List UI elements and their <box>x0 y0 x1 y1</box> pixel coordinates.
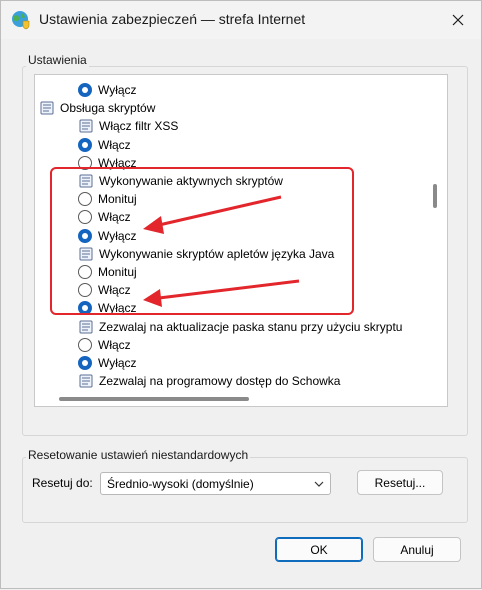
setting-row-label: Zezwalaj na aktualizacje paska stanu prz… <box>99 319 403 334</box>
vertical-scrollbar-thumb[interactable] <box>433 184 437 208</box>
close-icon <box>452 14 464 26</box>
title-bar[interactable]: Ustawienia zabezpieczeń — strefa Interne… <box>1 1 481 39</box>
reset-level-value: Średnio-wysoki (domyślnie) <box>107 476 254 491</box>
radio-option-6[interactable]: Monituj <box>78 190 137 208</box>
radio-option-7[interactable]: Włącz <box>78 208 131 226</box>
script-settings-icon <box>79 247 93 261</box>
setting-category-9: Wykonywanie skryptów apletów języka Java <box>78 245 334 263</box>
ok-button[interactable]: OK <box>275 537 363 562</box>
setting-row-label: Włącz <box>98 283 131 298</box>
settings-group-legend: Ustawienia <box>26 53 89 67</box>
radio-option-14[interactable]: Włącz <box>78 336 131 354</box>
radio-option-10[interactable]: Monituj <box>78 263 137 281</box>
setting-row-label: Wyłącz <box>98 155 137 170</box>
setting-row-label: Wyłącz <box>98 301 137 316</box>
radio-unchecked-icon[interactable] <box>78 210 92 225</box>
setting-category-13: Zezwalaj na aktualizacje paska stanu prz… <box>78 318 402 336</box>
setting-row-label: Włącz filtr XSS <box>99 119 179 134</box>
close-button[interactable] <box>435 1 481 39</box>
radio-unchecked-icon[interactable] <box>78 283 92 298</box>
radio-option-12[interactable]: Wyłącz <box>78 299 137 317</box>
setting-row-label: Wyłącz <box>98 83 137 97</box>
setting-category-2: Włącz filtr XSS <box>78 117 178 135</box>
setting-category-5: Wykonywanie aktywnych skryptów <box>78 172 283 190</box>
setting-row-label: Wyłącz <box>98 356 137 370</box>
radio-option-15[interactable]: Wyłącz <box>78 354 137 372</box>
setting-row-label: Włącz <box>98 210 131 225</box>
script-settings-icon <box>79 374 93 388</box>
script-settings-icon <box>40 101 54 115</box>
setting-row-label: Monituj <box>98 265 137 279</box>
setting-category-16: Zezwalaj na programowy dostęp do Schowka <box>78 372 340 390</box>
reset-level-select[interactable]: Średnio-wysoki (domyślnie) <box>100 472 331 495</box>
radio-unchecked-icon[interactable] <box>78 337 92 352</box>
window-title: Ustawienia zabezpieczeń — strefa Interne… <box>39 11 306 27</box>
script-settings-icon <box>79 174 93 188</box>
script-settings-icon <box>79 119 93 133</box>
reset-group-legend: Resetowanie ustawień niestandardowych <box>26 448 251 462</box>
radio-checked-icon[interactable] <box>78 137 92 152</box>
radio-unchecked-icon[interactable] <box>78 192 92 207</box>
globe-shield-icon <box>12 11 30 30</box>
setting-category-1: Obsługa skryptów <box>39 99 155 117</box>
setting-row-label: Obsługa skryptów <box>60 101 156 116</box>
radio-checked-icon[interactable] <box>78 228 92 243</box>
setting-row-label: Wyłącz <box>98 228 137 243</box>
reset-to-label: Resetuj do: <box>32 476 93 490</box>
setting-row-label: Wykonywanie aktywnych skryptów <box>99 174 283 188</box>
radio-checked-icon[interactable] <box>78 356 92 370</box>
radio-unchecked-icon[interactable] <box>78 155 92 170</box>
settings-tree-list[interactable]: Wyłącz Obsługa skryptów Włącz filtr XSS Włą… <box>34 74 448 407</box>
chevron-down-icon <box>314 481 324 487</box>
script-settings-icon <box>79 320 93 334</box>
setting-row-label: Zezwalaj na programowy dostęp do Schowka <box>99 374 341 389</box>
radio-option-0[interactable]: Wyłącz <box>78 81 137 99</box>
cancel-button[interactable]: Anuluj <box>373 537 461 562</box>
radio-unchecked-icon[interactable] <box>78 265 92 279</box>
radio-option-8[interactable]: Wyłącz <box>78 227 137 245</box>
radio-checked-icon[interactable] <box>78 301 92 316</box>
security-settings-dialog: Ustawienia zabezpieczeń — strefa Interne… <box>0 0 482 589</box>
setting-row-label: Włącz <box>98 337 131 352</box>
setting-row-label: Włącz <box>98 137 131 152</box>
horizontal-scrollbar-thumb[interactable] <box>59 397 249 401</box>
setting-row-label: Monituj <box>98 192 137 207</box>
radio-option-11[interactable]: Włącz <box>78 281 131 299</box>
setting-row-label: Wykonywanie skryptów apletów języka Java <box>99 246 335 261</box>
radio-option-4[interactable]: Wyłącz <box>78 154 137 172</box>
radio-checked-icon[interactable] <box>78 83 92 97</box>
radio-option-3[interactable]: Włącz <box>78 136 131 154</box>
reset-button[interactable]: Resetuj... <box>357 470 443 495</box>
